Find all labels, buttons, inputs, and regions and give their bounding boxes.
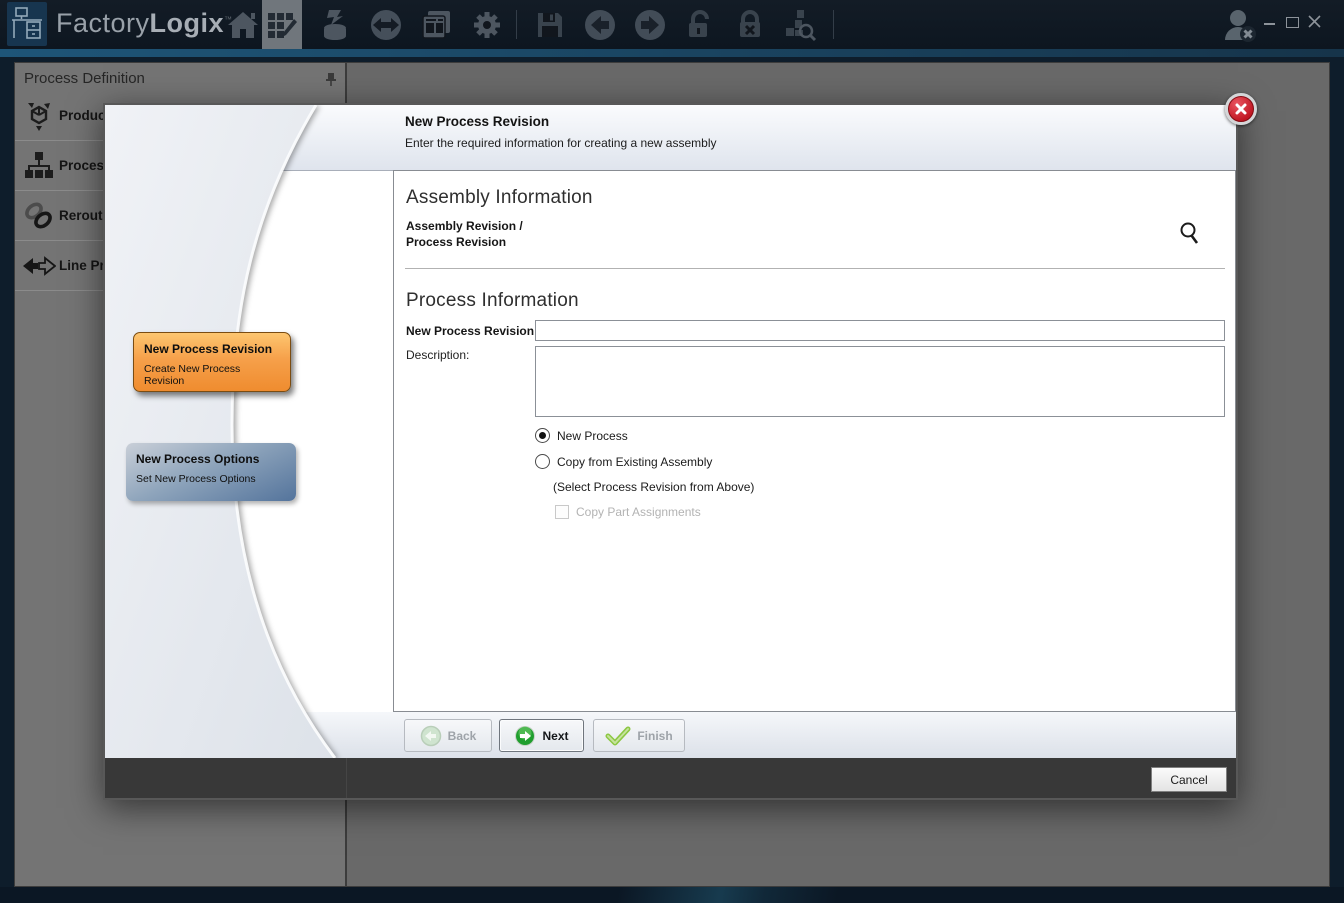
dialog-footer-strip: Cancel [105,758,1236,798]
wizard-side-curve [105,105,337,758]
radio-new-process[interactable]: New Process [535,428,628,443]
step-title: New Process Options [136,452,260,466]
dialog-close-icon[interactable] [1225,93,1257,125]
product-cube-icon [22,100,56,132]
lock-x-icon[interactable] [730,2,770,47]
application-window: FactoryLogix™ Process Definition Produc … [0,0,1344,903]
close-window-button[interactable] [1308,15,1321,33]
next-button[interactable]: Next [499,719,584,752]
description-label: Description: [406,348,470,362]
wizard-step-new-process-options[interactable]: New Process Options Set New Process Opti… [126,443,296,501]
assembly-search-icon[interactable] [780,2,820,47]
pin-icon[interactable] [325,72,337,91]
sync-icon[interactable] [366,2,406,47]
new-process-revision-input[interactable] [535,320,1225,341]
radio-icon-unselected[interactable] [535,454,550,469]
desk-computer-icon [12,7,42,39]
brand-title: FactoryLogix™ [56,8,233,38]
sidebar-item-label: Rerout [59,208,103,223]
nav-forward-icon[interactable] [630,2,670,47]
maximize-button[interactable] [1286,17,1299,28]
radio-label: New Process [557,428,628,443]
back-arrow-icon [420,725,441,746]
dialog-content-panel: Assembly Information Assembly Revision /… [393,170,1236,712]
assembly-revision-label-line1: Assembly Revision / [406,219,523,233]
sidebar-item-label: Proces [59,158,105,173]
new-process-revision-label: New Process Revision: [406,324,539,338]
wizard-step-new-process-revision[interactable]: New Process Revision Create New Process … [133,332,291,392]
select-process-revision-note: (Select Process Revision from Above) [553,480,755,494]
assembly-information-heading: Assembly Information [406,187,593,208]
nav-back-icon[interactable] [580,2,620,47]
unlock-icon[interactable] [680,2,720,47]
process-tree-icon [22,150,56,182]
process-information-heading: Process Information [406,290,579,311]
checkbox-icon[interactable] [555,505,569,519]
accent-strip [0,49,1344,57]
sidebar-item-label: Line Pr [59,258,105,273]
cancel-button[interactable]: Cancel [1151,767,1227,792]
description-textarea[interactable] [535,346,1225,417]
search-icon[interactable] [1178,221,1202,252]
step-subtitle: Set New Process Options [136,473,256,485]
sidebar-item-label: Produc [59,108,106,123]
finish-button-label: Finish [637,728,673,743]
back-button-label: Back [447,728,477,743]
top-toolbar: FactoryLogix™ [0,0,1344,49]
panel-title: Process Definition [24,70,145,87]
section-divider [405,268,1225,269]
process-grid-edit-icon[interactable] [262,0,302,49]
toolbar-separator [833,10,834,39]
decorative-swoosh [590,887,880,903]
dialog-subtitle: Enter the required information for creat… [405,136,717,150]
new-process-revision-dialog: New Process Revision Enter the required … [103,93,1257,800]
finish-button[interactable]: Finish [593,719,685,752]
reroute-links-icon [22,200,56,232]
user-logout-icon[interactable] [1218,2,1262,47]
minimize-button[interactable] [1264,23,1275,25]
finish-check-icon [605,726,631,745]
assembly-revision-label-line2: Process Revision [406,235,507,249]
radio-copy-from-existing-assembly[interactable]: Copy from Existing Assembly [535,454,712,469]
footer-divider [346,758,347,798]
line-arrows-icon [22,255,56,277]
import-database-icon[interactable] [315,2,355,47]
settings-gear-icon[interactable] [467,2,507,47]
cancel-button-label: Cancel [1170,772,1208,787]
step-title: New Process Revision [144,342,273,356]
save-icon[interactable] [530,2,570,47]
reports-icon[interactable] [417,2,457,47]
next-arrow-icon [515,725,536,746]
radio-icon-selected[interactable] [535,428,550,443]
checkbox-label: Copy Part Assignments [576,505,701,519]
next-button-label: Next [542,728,569,743]
step-subtitle: Create New Process Revision [144,363,241,387]
assembly-revision-label: Assembly Revision / Process Revision [406,218,523,250]
toolbar-separator [516,10,517,39]
home-icon[interactable] [223,2,263,47]
copy-part-assignments-checkbox[interactable]: Copy Part Assignments [555,505,701,519]
factorylogix-logo-icon [7,2,47,46]
back-button[interactable]: Back [404,719,492,752]
radio-label: Copy from Existing Assembly [557,454,713,469]
dialog-title: New Process Revision [405,114,550,129]
